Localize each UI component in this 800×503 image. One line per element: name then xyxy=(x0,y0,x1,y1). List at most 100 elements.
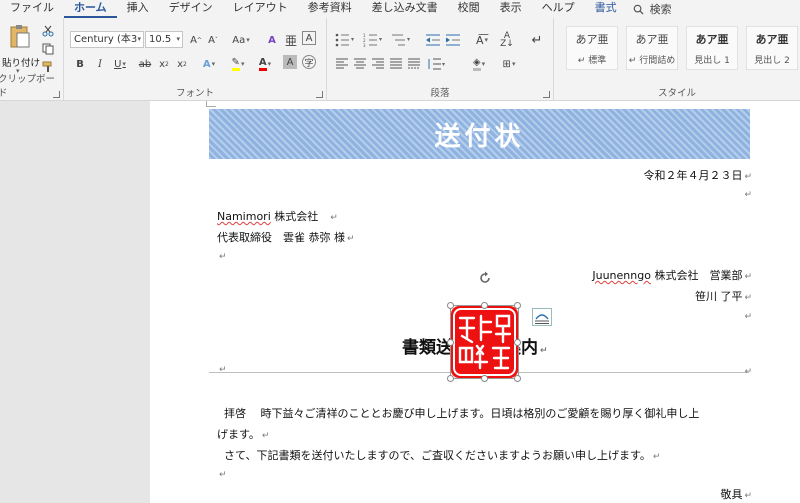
empty-paragraph[interactable]: ↵ xyxy=(742,309,752,322)
paste-label: 貼り付け xyxy=(2,58,41,69)
tab-home[interactable]: ホーム xyxy=(64,0,117,18)
seal-image[interactable] xyxy=(447,271,521,382)
bold-button[interactable]: B xyxy=(72,55,88,73)
tab-insert[interactable]: 挿入 xyxy=(117,0,159,18)
title-banner[interactable]: 送付状 xyxy=(209,109,750,159)
distributed-icon[interactable] xyxy=(407,58,421,70)
decrease-indent-icon[interactable] xyxy=(425,33,441,47)
numbering-icon[interactable]: 123▾ xyxy=(363,33,383,47)
styles-group: あア亜 ↵ 標準 あア亜 ↵ 行間詰め あア亜 見出し 1 あア亜 見出し 2 … xyxy=(554,18,800,101)
asian-layout-icon[interactable]: A͞ xyxy=(471,31,493,49)
font-size-combo[interactable]: 10.5 ▾ xyxy=(145,31,183,48)
document-page[interactable]: 送付状 令和２年４月２３日 ↵ ↵ Namimori 株式会社 ↵ 代表取締役 雲雀… xyxy=(150,101,800,503)
tab-review[interactable]: 校閲 xyxy=(448,0,490,18)
layout-options-button[interactable] xyxy=(532,308,552,326)
paragraph-1-line-2[interactable]: げます。 ↵ xyxy=(217,426,269,442)
superscript-button[interactable]: x2 xyxy=(174,55,190,73)
borders-icon[interactable]: ⊞ xyxy=(497,55,521,73)
paste-button[interactable]: 貼り付け ▾ xyxy=(2,22,41,78)
style-normal[interactable]: あア亜 ↵ 標準 xyxy=(566,26,618,70)
strikethrough-button[interactable]: ab xyxy=(136,55,154,73)
tab-mailings[interactable]: 差し込み文書 xyxy=(362,0,448,18)
style-normal-label: ↵ 標準 xyxy=(577,56,607,66)
date-line[interactable]: 令和２年４月２３日 ↵ xyxy=(643,167,752,183)
shrink-font-icon[interactable]: Aˇ xyxy=(205,31,221,49)
highlight-icon[interactable]: ✎ xyxy=(226,55,250,73)
sort-icon[interactable]: A Z↓ xyxy=(499,31,515,49)
align-right-icon[interactable] xyxy=(371,58,385,70)
font-color-icon[interactable]: A xyxy=(254,55,276,73)
tab-file[interactable]: ファイル xyxy=(0,0,64,18)
font-name-combo[interactable]: Century (本3 ▾ xyxy=(70,31,144,48)
italic-button[interactable]: I xyxy=(92,55,108,73)
cut-icon[interactable] xyxy=(42,25,54,37)
increase-indent-icon[interactable] xyxy=(445,33,461,47)
subscript-button[interactable]: x2 xyxy=(156,55,172,73)
style-heading-1[interactable]: あア亜 見出し 1 xyxy=(686,26,738,70)
clear-formatting-icon[interactable]: A xyxy=(264,31,280,49)
justify-icon[interactable] xyxy=(389,58,403,70)
resize-handle-top-left[interactable] xyxy=(447,302,454,309)
tab-format[interactable]: 書式 xyxy=(585,0,627,18)
underline-button[interactable]: U xyxy=(110,55,130,73)
multilevel-list-icon[interactable]: ▾ xyxy=(391,33,411,47)
tab-design[interactable]: デザイン xyxy=(159,0,223,18)
shading-icon[interactable]: ◈ xyxy=(467,55,491,73)
rotate-handle-icon[interactable] xyxy=(478,271,492,285)
clipboard-launcher-icon[interactable] xyxy=(53,91,60,98)
tab-view[interactable]: 表示 xyxy=(490,0,532,18)
copy-icon[interactable] xyxy=(42,43,54,55)
paste-icon xyxy=(10,25,30,48)
grow-font-icon[interactable]: A ^ xyxy=(188,31,204,49)
align-left-icon[interactable] xyxy=(335,58,349,70)
tab-layout[interactable]: レイアウト xyxy=(223,0,298,18)
resize-handle-bottom-right[interactable] xyxy=(514,375,521,382)
enclose-character-circle-icon[interactable]: 字 xyxy=(302,55,316,69)
tab-references[interactable]: 参考資料 xyxy=(298,0,362,18)
font-name-dropdown-icon: ▾ xyxy=(137,35,141,43)
paragraph-2-text: さて、下記書類を送付いたしますので、ご査収くださいますようお願い申し上げます。 xyxy=(224,449,651,462)
tab-help[interactable]: ヘルプ xyxy=(532,0,585,18)
resize-handle-right[interactable] xyxy=(514,339,521,346)
paragraph-1-line-1[interactable]: 拝啓 時下益々ご清祥のこととお慶び申し上げます。日頃は格別のご愛顧を賜り厚く御礼… xyxy=(224,405,699,421)
align-center-icon[interactable] xyxy=(353,58,367,70)
change-case-icon[interactable]: Aa xyxy=(228,31,254,49)
empty-paragraph[interactable]: ↵ xyxy=(217,362,227,375)
empty-paragraph[interactable]: ↵ xyxy=(742,187,752,200)
resize-handle-left[interactable] xyxy=(447,339,454,346)
closing-line[interactable]: 敬具 ↵ xyxy=(720,486,752,502)
svg-text:3: 3 xyxy=(363,43,366,47)
text-effects-icon[interactable]: A xyxy=(198,55,220,73)
empty-paragraph[interactable]: ↵ xyxy=(217,467,227,480)
margin-corner-mark xyxy=(206,101,216,107)
show-formatting-marks-icon[interactable]: ↵ xyxy=(529,31,545,49)
left-margin-area xyxy=(0,101,150,503)
style-no-spacing[interactable]: あア亜 ↵ 行間詰め xyxy=(626,26,678,70)
character-shading-icon[interactable]: A xyxy=(283,55,297,69)
style-normal-sample: あア亜 xyxy=(575,33,609,46)
resize-handle-top[interactable] xyxy=(481,302,488,309)
bullets-icon[interactable]: ▾ xyxy=(335,33,355,47)
paragraph-launcher-icon[interactable] xyxy=(543,91,550,98)
style-heading-2[interactable]: あア亜 見出し 2 xyxy=(746,26,798,70)
paragraph-2[interactable]: さて、下記書類を送付いたしますので、ご査収くださいますようお願い申し上げます。 ↵ xyxy=(224,447,660,463)
enclose-characters-icon[interactable]: A xyxy=(302,31,316,45)
recipient-person-line[interactable]: 代表取締役 雲雀 恭弥 様 ↵ xyxy=(217,229,355,245)
sender-company-line[interactable]: Juunenngo 株式会社 営業部 ↵ xyxy=(592,267,752,283)
resize-handle-bottom-left[interactable] xyxy=(447,375,454,382)
search-icon xyxy=(633,4,644,15)
line-spacing-icon[interactable]: ▾ xyxy=(427,58,447,70)
font-launcher-icon[interactable] xyxy=(316,91,323,98)
search-box[interactable]: 検索 xyxy=(627,1,672,17)
style-no-spacing-label: ↵ 行間詰め xyxy=(628,56,676,66)
styles-group-label: スタイル xyxy=(657,88,696,99)
sender-person-line[interactable]: 笹川 了平 ↵ xyxy=(695,288,752,304)
empty-paragraph[interactable]: ↵ xyxy=(217,249,227,262)
empty-paragraph[interactable]: ↵ xyxy=(742,364,752,377)
recipient-company-line[interactable]: Namimori 株式会社 ↵ xyxy=(217,208,338,224)
resize-handle-bottom[interactable] xyxy=(481,375,488,382)
phonetic-guide-icon[interactable]: 亜 xyxy=(283,31,299,49)
font-group-label: フォント xyxy=(175,88,214,99)
search-label: 検索 xyxy=(649,3,672,16)
resize-handle-top-right[interactable] xyxy=(514,302,521,309)
